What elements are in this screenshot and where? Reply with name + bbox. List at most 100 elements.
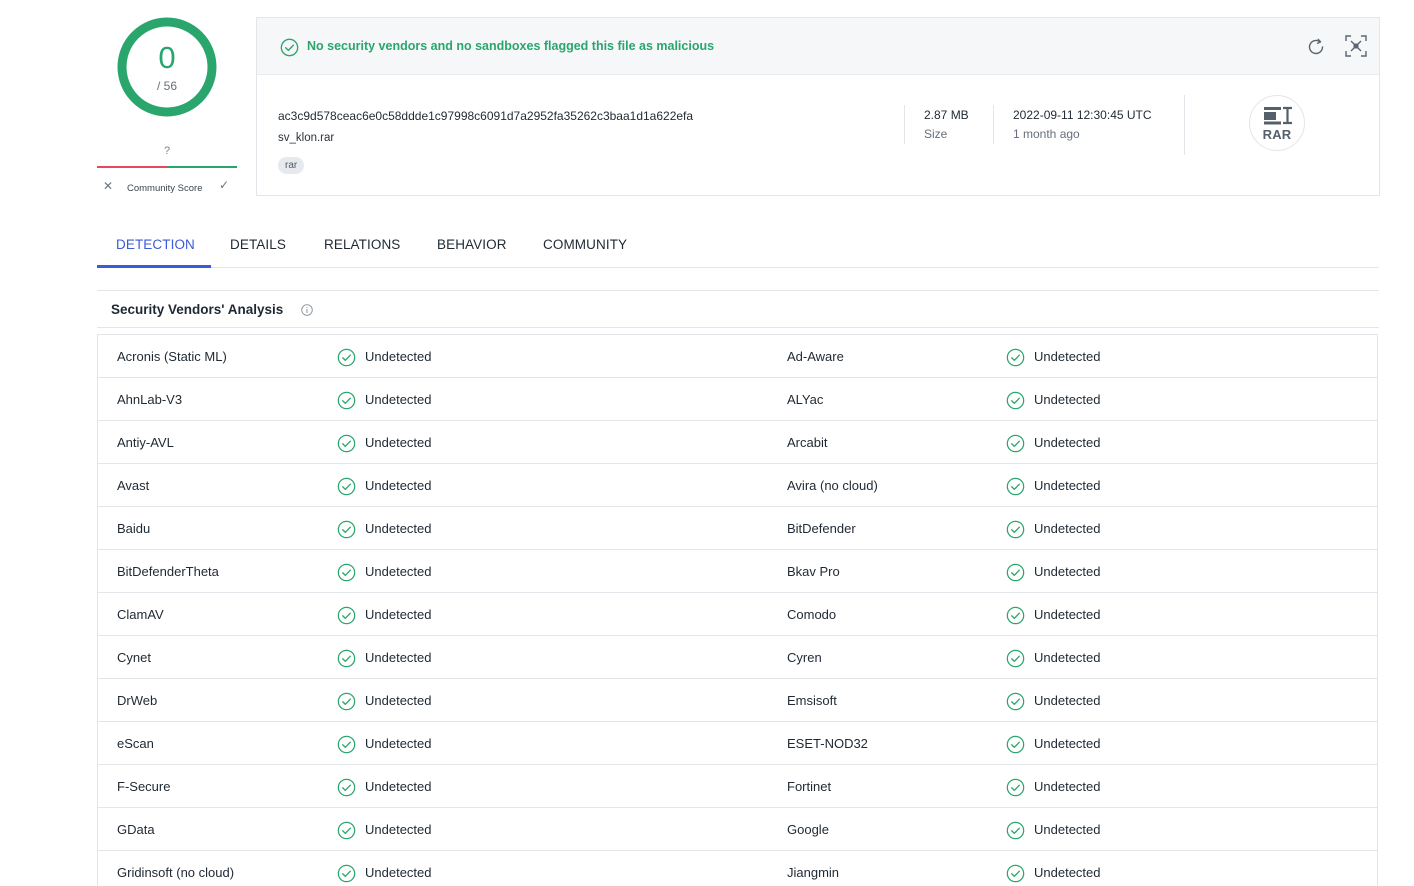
table-row: AhnLab-V3 Undetected ALYac Undetected bbox=[98, 378, 1377, 421]
file-size-label: Size bbox=[924, 127, 948, 141]
vendor-name: BitDefender bbox=[787, 521, 856, 536]
vendor-result: Undetected bbox=[1034, 736, 1101, 751]
undetected-check-icon bbox=[1006, 735, 1025, 754]
table-row: Cynet Undetected Cyren Undetected bbox=[98, 636, 1377, 679]
undetected-check-icon bbox=[337, 348, 356, 367]
verdict-message: No security vendors and no sandboxes fla… bbox=[307, 39, 715, 53]
vendor-result: Undetected bbox=[365, 521, 432, 536]
vendor-result: Undetected bbox=[365, 607, 432, 622]
community-score-value: ? bbox=[163, 145, 171, 157]
tab-bar: DETECTION DETAILS RELATIONS BEHAVIOR COM… bbox=[97, 224, 1379, 268]
vendor-name: DrWeb bbox=[117, 693, 158, 708]
table-row: Acronis (Static ML) Undetected Ad-Aware Und… bbox=[98, 335, 1377, 378]
vendor-name: Google bbox=[787, 822, 829, 837]
vendor-result: Undetected bbox=[1034, 349, 1101, 364]
vendor-name: ALYac bbox=[787, 392, 824, 407]
vendor-result: Undetected bbox=[1034, 435, 1101, 450]
undetected-check-icon bbox=[1006, 348, 1025, 367]
vendor-result: Undetected bbox=[365, 349, 432, 364]
check-circle-icon bbox=[280, 38, 299, 57]
table-row: F-Secure Undetected Fortinet Undetected bbox=[98, 765, 1377, 808]
table-row: GData Undetected Google Undetected bbox=[98, 808, 1377, 851]
undetected-check-icon bbox=[1006, 563, 1025, 582]
undetected-check-icon bbox=[1006, 649, 1025, 668]
undetected-check-icon bbox=[337, 821, 356, 840]
undetected-check-icon bbox=[337, 477, 356, 496]
vendor-name: Acronis (Static ML) bbox=[117, 349, 227, 364]
vendor-result: Undetected bbox=[365, 564, 432, 579]
undetected-check-icon bbox=[1006, 778, 1025, 797]
vendor-result: Undetected bbox=[365, 478, 432, 493]
vote-malicious-button[interactable]: ✕ bbox=[103, 179, 113, 193]
undetected-check-icon bbox=[337, 391, 356, 410]
vendor-result: Undetected bbox=[1034, 865, 1101, 880]
table-row: Avast Undetected Avira (no cloud) Undetecte… bbox=[98, 464, 1377, 507]
file-type-badge: RAR bbox=[1249, 95, 1305, 151]
vendor-name: AhnLab-V3 bbox=[117, 392, 183, 407]
table-row: DrWeb Undetected Emsisoft Undetected bbox=[98, 679, 1377, 722]
vendor-name: Baidu bbox=[117, 521, 151, 536]
meta-divider bbox=[904, 105, 905, 144]
file-hash[interactable]: ac3c9d578ceac6e0c58ddde1c97998c6091d7a29… bbox=[278, 109, 693, 123]
file-summary-card: No security vendors and no sandboxes fla… bbox=[256, 17, 1380, 196]
tab-details[interactable]: DETAILS bbox=[230, 237, 286, 252]
vendor-result: Undetected bbox=[365, 693, 432, 708]
vendor-result: Undetected bbox=[1034, 521, 1101, 536]
vendor-result: Undetected bbox=[365, 736, 432, 751]
table-row: ClamAV Undetected Comodo Undetected bbox=[98, 593, 1377, 636]
vendor-name: Ad-Aware bbox=[787, 349, 844, 364]
vendor-result: Undetected bbox=[1034, 650, 1101, 665]
undetected-check-icon bbox=[337, 778, 356, 797]
vendor-name: BitDefenderTheta bbox=[117, 564, 219, 579]
vendor-result: Undetected bbox=[1034, 822, 1101, 837]
vendor-name: Comodo bbox=[787, 607, 837, 622]
community-score-label: Community Score bbox=[127, 183, 203, 194]
tab-detection[interactable]: DETECTION bbox=[116, 237, 195, 252]
vote-harmless-button[interactable]: ✓ bbox=[219, 178, 229, 192]
info-icon[interactable] bbox=[301, 304, 313, 316]
tab-relations[interactable]: RELATIONS bbox=[324, 237, 400, 252]
vendor-name: Arcabit bbox=[787, 435, 828, 450]
vendor-name: F-Secure bbox=[117, 779, 171, 794]
vendor-name: Jiangmin bbox=[787, 865, 840, 880]
undetected-check-icon bbox=[1006, 606, 1025, 625]
similar-files-icon[interactable] bbox=[1344, 34, 1368, 58]
undetected-check-icon bbox=[1006, 520, 1025, 539]
section-title: Security Vendors' Analysis bbox=[111, 302, 284, 317]
vendor-result: Undetected bbox=[365, 392, 432, 407]
table-row: eScan Undetected ESET-NOD32 Undetected bbox=[98, 722, 1377, 765]
undetected-check-icon bbox=[337, 692, 356, 711]
file-name: sv_klon.rar bbox=[278, 132, 335, 144]
vendor-result: Undetected bbox=[1034, 779, 1101, 794]
table-row: BitDefenderTheta Undetected Bkav Pro Undete… bbox=[98, 550, 1377, 593]
vendor-result: Undetected bbox=[1034, 607, 1101, 622]
undetected-check-icon bbox=[337, 520, 356, 539]
active-tab-indicator bbox=[97, 265, 211, 268]
analysis-date-relative: 1 month ago bbox=[1013, 127, 1080, 141]
archive-icon bbox=[1264, 106, 1292, 125]
undetected-check-icon bbox=[1006, 434, 1025, 453]
detection-count: 0 bbox=[158, 40, 176, 75]
vendor-name: eScan bbox=[117, 736, 154, 751]
file-tag[interactable]: rar bbox=[278, 157, 305, 174]
vendor-name: Cynet bbox=[117, 650, 151, 665]
vendor-name: ClamAV bbox=[117, 607, 164, 622]
vendor-name: Bkav Pro bbox=[787, 564, 840, 579]
reanalyze-icon[interactable] bbox=[1305, 36, 1327, 58]
undetected-check-icon bbox=[337, 606, 356, 625]
vendor-result: Undetected bbox=[365, 650, 432, 665]
tab-behavior[interactable]: BEHAVIOR bbox=[437, 237, 507, 252]
vendor-result: Undetected bbox=[1034, 478, 1101, 493]
table-row: Antiy-AVL Undetected Arcabit Undetected bbox=[98, 421, 1377, 464]
vendor-name: Emsisoft bbox=[787, 693, 837, 708]
vendor-result: Undetected bbox=[365, 865, 432, 880]
tab-community[interactable]: COMMUNITY bbox=[543, 237, 627, 252]
vendor-name: ESET-NOD32 bbox=[787, 736, 868, 751]
vendor-name: Gridinsoft (no cloud) bbox=[117, 865, 235, 880]
undetected-check-icon bbox=[1006, 391, 1025, 410]
meta-divider bbox=[1184, 95, 1185, 155]
file-size-value: 2.87 MB bbox=[924, 108, 969, 122]
vendor-name: Antiy-AVL bbox=[117, 435, 174, 450]
analysis-date-value: 2022-09-11 12:30:45 UTC bbox=[1013, 108, 1152, 122]
undetected-check-icon bbox=[1006, 477, 1025, 496]
